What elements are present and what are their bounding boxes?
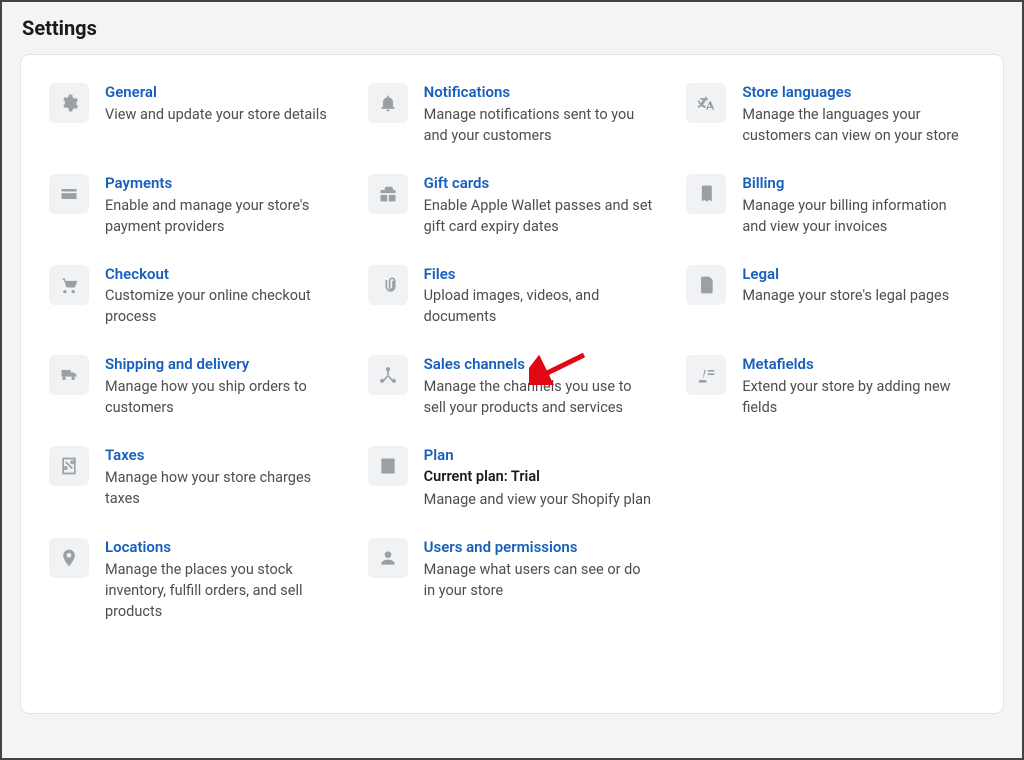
settings-item-store-languages[interactable]: Store languages Manage the languages your…	[686, 83, 975, 146]
settings-item-text: Users and permissions Manage what users c…	[424, 538, 654, 601]
checkout-icon	[49, 265, 89, 305]
files-icon	[368, 265, 408, 305]
settings-item-text: Gift cards Enable Apple Wallet passes and…	[424, 174, 654, 237]
settings-item-general[interactable]: General View and update your store detail…	[49, 83, 338, 146]
settings-item-title: Legal	[742, 265, 949, 284]
settings-item-desc: Manage how you ship orders to customers	[105, 376, 335, 418]
settings-item-desc: Manage the channels you use to sell your…	[424, 376, 654, 418]
settings-item-text: Taxes Manage how your store charges taxes	[105, 446, 335, 509]
settings-item-extra: Current plan: Trial	[424, 467, 651, 487]
settings-item-title: Payments	[105, 174, 335, 193]
settings-item-title: Checkout	[105, 265, 335, 284]
settings-item-desc: Manage your store's legal pages	[742, 285, 949, 306]
settings-item-title: Billing	[742, 174, 972, 193]
settings-item-title: Plan	[424, 446, 651, 465]
settings-item-title: Gift cards	[424, 174, 654, 193]
settings-item-locations[interactable]: Locations Manage the places you stock inv…	[49, 538, 338, 622]
settings-item-text: Billing Manage your billing information a…	[742, 174, 972, 237]
settings-item-text: Metafields Extend your store by adding ne…	[742, 355, 972, 418]
settings-item-desc: Enable and manage your store's payment p…	[105, 195, 335, 237]
metafields-icon	[686, 355, 726, 395]
settings-item-users[interactable]: Users and permissions Manage what users c…	[368, 538, 657, 622]
page-title: Settings	[22, 16, 1004, 40]
settings-item-title: Locations	[105, 538, 335, 557]
settings-item-checkout[interactable]: CheckoutCustomize your online checkout p…	[49, 265, 338, 328]
settings-item-desc: Customize your online checkout process	[105, 285, 335, 327]
general-icon	[49, 83, 89, 123]
settings-item-title: General	[105, 83, 327, 102]
payments-icon	[49, 174, 89, 214]
settings-item-title: Taxes	[105, 446, 335, 465]
settings-item-desc: Manage notifications sent to you and you…	[424, 104, 654, 146]
sales-channels-icon	[368, 355, 408, 395]
shipping-icon	[49, 355, 89, 395]
settings-item-metafields[interactable]: Metafields Extend your store by adding ne…	[686, 355, 975, 418]
settings-item-desc: Enable Apple Wallet passes and set gift …	[424, 195, 654, 237]
settings-item-text: Shipping and delivery Manage how you ship…	[105, 355, 335, 418]
settings-item-text: CheckoutCustomize your online checkout p…	[105, 265, 335, 328]
settings-item-desc: Manage the places you stock inventory, f…	[105, 559, 335, 622]
settings-item-text: General View and update your store detail…	[105, 83, 327, 125]
settings-item-title: Metafields	[742, 355, 972, 374]
settings-card: General View and update your store detail…	[20, 54, 1004, 714]
notifications-icon	[368, 83, 408, 123]
settings-item-sales-channels[interactable]: Sales channels Manage the channels you us…	[368, 355, 657, 418]
legal-icon	[686, 265, 726, 305]
settings-item-gift-cards[interactable]: Gift cards Enable Apple Wallet passes and…	[368, 174, 657, 237]
grid-spacer	[686, 538, 975, 622]
taxes-icon	[49, 446, 89, 486]
settings-item-desc: Manage what users can see or do in your …	[424, 559, 654, 601]
grid-spacer	[686, 446, 975, 510]
store-languages-icon	[686, 83, 726, 123]
settings-item-files[interactable]: FilesUpload images, videos, and document…	[368, 265, 657, 328]
settings-item-desc: Manage your billing information and view…	[742, 195, 972, 237]
settings-item-shipping[interactable]: Shipping and delivery Manage how you ship…	[49, 355, 338, 418]
gift-cards-icon	[368, 174, 408, 214]
settings-item-text: Sales channels Manage the channels you us…	[424, 355, 654, 418]
settings-item-desc: Upload images, videos, and documents	[424, 285, 654, 327]
settings-item-desc: Manage the languages your customers can …	[742, 104, 972, 146]
settings-item-title: Shipping and delivery	[105, 355, 335, 374]
settings-item-plan[interactable]: Plan Current plan: TrialManage and view y…	[368, 446, 657, 510]
settings-item-text: Payments Enable and manage your store's p…	[105, 174, 335, 237]
settings-item-billing[interactable]: Billing Manage your billing information a…	[686, 174, 975, 237]
settings-grid: General View and update your store detail…	[49, 83, 975, 622]
settings-item-payments[interactable]: Payments Enable and manage your store's p…	[49, 174, 338, 237]
settings-item-title: Sales channels	[424, 355, 654, 374]
settings-item-taxes[interactable]: Taxes Manage how your store charges taxes	[49, 446, 338, 510]
settings-item-text: Plan Current plan: TrialManage and view y…	[424, 446, 651, 510]
settings-item-notifications[interactable]: Notifications Manage notifications sent t…	[368, 83, 657, 146]
settings-item-desc: Manage how your store charges taxes	[105, 467, 335, 509]
settings-item-title: Notifications	[424, 83, 654, 102]
settings-item-text: LegalManage your store's legal pages	[742, 265, 949, 307]
settings-item-text: Notifications Manage notifications sent t…	[424, 83, 654, 146]
settings-item-title: Store languages	[742, 83, 972, 102]
billing-icon	[686, 174, 726, 214]
plan-icon	[368, 446, 408, 486]
users-icon	[368, 538, 408, 578]
settings-item-legal[interactable]: LegalManage your store's legal pages	[686, 265, 975, 328]
settings-page: Settings General View and update your sto…	[2, 2, 1022, 732]
settings-item-text: Store languages Manage the languages your…	[742, 83, 972, 146]
settings-item-desc: View and update your store details	[105, 104, 327, 125]
settings-item-desc: Extend your store by adding new fields	[742, 376, 972, 418]
settings-item-text: Locations Manage the places you stock inv…	[105, 538, 335, 622]
settings-item-desc: Manage and view your Shopify plan	[424, 489, 651, 510]
locations-icon	[49, 538, 89, 578]
settings-item-title: Files	[424, 265, 654, 284]
settings-item-text: FilesUpload images, videos, and document…	[424, 265, 654, 328]
settings-item-title: Users and permissions	[424, 538, 654, 557]
